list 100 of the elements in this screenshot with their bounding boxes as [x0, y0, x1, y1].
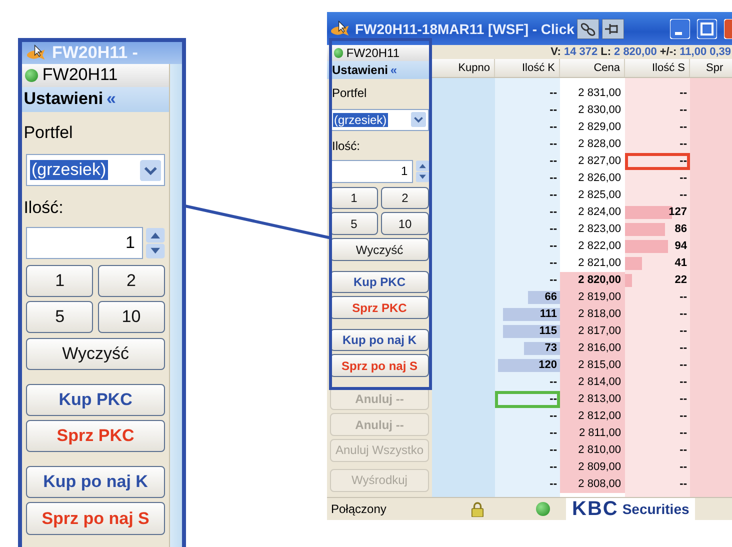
spin-buttons[interactable] — [416, 160, 429, 183]
quantity-button[interactable]: 10 — [381, 212, 429, 236]
quantity-label: Ilość: — [22, 196, 64, 219]
table-cell: 22 — [674, 274, 687, 286]
price-cell: 2 808,00 — [560, 476, 625, 493]
price-cell: 2 820,00 — [560, 272, 625, 289]
table-cell: -- — [680, 189, 687, 201]
table-cell: -- — [550, 240, 557, 252]
sell-button[interactable]: Sprz po naj S — [26, 502, 165, 535]
collapse-button[interactable]: « — [390, 62, 398, 77]
portfolio-label: Portfel — [22, 122, 74, 144]
status-dot-icon — [24, 68, 38, 82]
table-cell: -- — [550, 223, 557, 235]
price-cell-text: 2 823,00 — [577, 222, 622, 237]
sell-button[interactable]: Sprz PKC — [330, 296, 429, 320]
pin-icon[interactable] — [602, 18, 624, 38]
table-cell: -- — [680, 393, 687, 405]
portfolio-dropdown[interactable]: (grzesiek) — [330, 108, 429, 132]
quantity-button[interactable]: 1 — [26, 264, 94, 297]
price-cell-text: 2 826,00 — [577, 171, 622, 186]
quantity-button[interactable]: 5 — [330, 212, 378, 236]
table-cell: -- — [550, 189, 557, 201]
price-cell: 2 818,00 — [560, 306, 625, 323]
price-cell: 2 819,00 — [560, 289, 625, 306]
table-cell: -- — [550, 138, 557, 150]
instrument-label: FW20H11 — [42, 65, 118, 86]
quantity-button[interactable]: 2 — [98, 264, 165, 297]
table-cell: 127 — [668, 206, 687, 218]
price-cell-text: 2 825,00 — [577, 188, 622, 203]
price-cell: 2 815,00 — [560, 357, 625, 374]
quantity-button[interactable]: 5 — [26, 301, 94, 334]
settings-title: Ustawieni — [24, 89, 104, 110]
price-cell: 2 809,00 — [560, 459, 625, 476]
table-cell: -- — [680, 444, 687, 456]
quantity-field[interactable]: 1 — [26, 227, 143, 260]
table-cell: -- — [550, 172, 557, 184]
column-header[interactable]: Kupno — [432, 59, 495, 77]
portfolio-dropdown[interactable]: (grzesiek) — [26, 154, 165, 186]
spin-buttons[interactable] — [146, 227, 165, 260]
table-cell: -- — [550, 155, 557, 167]
price-cell-text: 2 830,00 — [577, 103, 622, 118]
link-icon[interactable] — [577, 18, 600, 38]
table-cell: 73 — [544, 342, 557, 354]
stat-value: 0,39 — [710, 46, 731, 58]
table-cell: 66 — [544, 291, 557, 303]
table-cell: 41 — [674, 257, 687, 269]
column-header[interactable]: Ilość S — [625, 59, 690, 77]
table-cell: -- — [680, 359, 687, 371]
table-cell: 86 — [674, 223, 687, 235]
stat-value: 14 372 — [564, 46, 598, 58]
stat-label: L: — [600, 46, 612, 58]
portfolio-label: Portfel — [331, 86, 368, 102]
quantity-label: Ilość: — [331, 138, 362, 154]
table-cell: -- — [550, 206, 557, 218]
table-cell: -- — [550, 393, 557, 405]
clear-button[interactable]: Wyczyść — [330, 238, 429, 261]
chevron-down-icon — [140, 160, 162, 181]
status-text: Połączony — [330, 502, 388, 516]
quantity-button[interactable]: 2 — [381, 186, 429, 210]
brand-logo: KBC Securities — [566, 498, 696, 520]
sell-button[interactable]: Sprz po naj S — [330, 354, 429, 378]
price-cell-text: 2 831,00 — [577, 86, 622, 101]
column-header[interactable]: Cena — [560, 59, 625, 77]
settings-title: Ustawieni — [332, 62, 388, 77]
price-cell-text: 2 822,00 — [577, 239, 622, 254]
lock-icon — [471, 502, 484, 516]
quantity-button[interactable]: 10 — [98, 301, 165, 334]
clear-button[interactable]: Wyczyść — [26, 338, 165, 370]
buy-button[interactable]: Kup PKC — [26, 384, 165, 416]
price-cell-text: 2 829,00 — [577, 120, 622, 135]
table-cell: -- — [550, 427, 557, 439]
table-cell: -- — [550, 478, 557, 490]
price-cell-text: 2 828,00 — [577, 137, 622, 152]
table-cell: -- — [550, 104, 557, 116]
table-cell: -- — [550, 121, 557, 133]
buy-button[interactable]: Kup po naj K — [330, 328, 429, 352]
stat-label: V: — [550, 46, 561, 58]
quantity-field[interactable]: 1 — [330, 160, 414, 183]
collapse-button[interactable]: « — [106, 89, 116, 110]
buy-button[interactable]: Kup PKC — [330, 270, 429, 294]
table-cell: -- — [550, 376, 557, 388]
table-cell: 111 — [540, 308, 557, 320]
minimize-button[interactable] — [670, 18, 690, 38]
buy-button[interactable]: Kup po naj K — [26, 466, 165, 498]
table-cell: -- — [680, 410, 687, 422]
sell-button[interactable]: Sprz PKC — [26, 420, 165, 452]
table-cell: -- — [550, 461, 557, 473]
column-header[interactable]: Spr — [690, 59, 732, 77]
table-cell: -- — [680, 138, 687, 150]
table-cell: 94 — [674, 240, 687, 252]
quantity-button[interactable]: 1 — [330, 186, 378, 210]
table-cell: -- — [550, 257, 557, 269]
table-cell: -- — [680, 291, 687, 303]
stat-value: 11,00 — [680, 46, 707, 58]
price-cell: 2 812,00 — [560, 408, 625, 425]
window-title: FW20H11-18MAR11 [WSF] - Click — [355, 20, 574, 36]
column-header[interactable]: Ilość K — [495, 59, 560, 77]
table-cell: -- — [550, 410, 557, 422]
table-cell: -- — [680, 427, 687, 439]
maximize-button[interactable] — [697, 18, 717, 38]
